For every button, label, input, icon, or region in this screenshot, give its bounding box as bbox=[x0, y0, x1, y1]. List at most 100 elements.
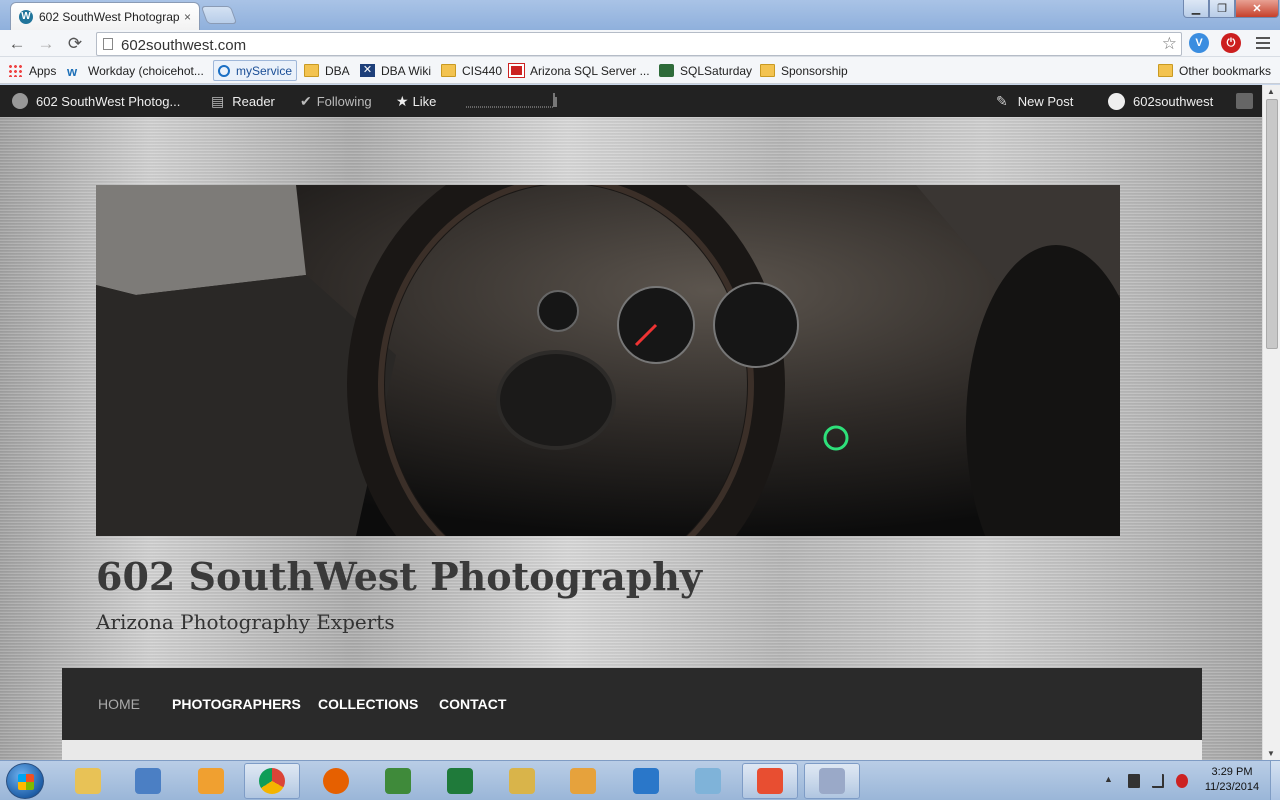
scroll-down-icon[interactable]: ▼ bbox=[1267, 749, 1275, 758]
admin-like-label: Like bbox=[412, 93, 437, 109]
page-scrollbar[interactable]: ▲ ▼ bbox=[1262, 85, 1280, 760]
notes-icon bbox=[695, 768, 721, 794]
wordpress-favicon-icon: W bbox=[19, 9, 33, 24]
bookmark-folder-dba[interactable]: DBA bbox=[304, 60, 350, 81]
maximize-button[interactable]: ❐ bbox=[1209, 0, 1235, 18]
chrome-icon bbox=[259, 768, 285, 794]
admin-user-menu[interactable]: 602southwest bbox=[1108, 85, 1213, 117]
admin-new-post-label: New Post bbox=[1017, 93, 1074, 109]
notifications-icon[interactable] bbox=[1236, 93, 1253, 109]
show-desktop-button[interactable] bbox=[1270, 761, 1280, 800]
folder-icon bbox=[441, 64, 456, 77]
scroll-up-icon[interactable]: ▲ bbox=[1267, 87, 1275, 96]
v-extension-icon[interactable]: V bbox=[1189, 33, 1209, 53]
back-button[interactable]: ← bbox=[6, 33, 28, 55]
taskbar-app-outlook[interactable] bbox=[183, 763, 239, 799]
bookmark-folder-cis440[interactable]: CIS440 bbox=[441, 60, 502, 81]
bookmark-label: CIS440 bbox=[462, 63, 503, 78]
bookmark-dba-wiki[interactable]: ✕ DBA Wiki bbox=[360, 60, 431, 81]
taskbar-app-git[interactable] bbox=[742, 763, 798, 799]
scroll-thumb[interactable] bbox=[1266, 99, 1278, 349]
browser-tabstrip: W 602 SouthWest Photograp × ▁ ❐ ✕ bbox=[0, 0, 1280, 30]
volume-muted-icon[interactable] bbox=[1176, 774, 1188, 788]
taskbar-app-notes[interactable] bbox=[680, 763, 736, 799]
new-tab-button[interactable] bbox=[200, 6, 238, 24]
windows-taskbar: ▲ bbox=[0, 760, 1280, 800]
chrome-menu-icon[interactable] bbox=[1256, 37, 1270, 49]
network-icon bbox=[135, 768, 161, 794]
taskbar-app-chrome[interactable] bbox=[244, 763, 300, 799]
battery-icon[interactable] bbox=[1128, 774, 1140, 788]
bookmark-arizona-sql[interactable]: Arizona SQL Server ... bbox=[508, 60, 650, 81]
taskbar-app-lync[interactable] bbox=[618, 763, 674, 799]
paint-icon bbox=[819, 768, 845, 794]
reload-button[interactable]: ⟳ bbox=[64, 33, 86, 55]
avatar bbox=[1108, 92, 1125, 110]
firefox-icon bbox=[323, 768, 349, 794]
signal-icon[interactable] bbox=[1152, 774, 1164, 788]
tab-title: 602 SouthWest Photograp bbox=[39, 9, 180, 24]
close-window-button[interactable]: ✕ bbox=[1235, 0, 1279, 18]
tools-icon bbox=[509, 768, 535, 794]
bookmarks-bar: Apps w Workday (choicehot... myService D… bbox=[0, 57, 1280, 84]
excel-icon bbox=[447, 768, 473, 794]
start-button[interactable] bbox=[6, 763, 44, 799]
bookmark-folder-sponsorship[interactable]: Sponsorship bbox=[760, 60, 848, 81]
taskbar-app-explorer[interactable] bbox=[60, 763, 116, 799]
taskbar-app-network[interactable] bbox=[120, 763, 176, 799]
wp-admin-bar: 602 SouthWest Photog... ▤ Reader ✔ Follo… bbox=[0, 85, 1262, 117]
bookmark-workday[interactable]: w Workday (choicehot... bbox=[67, 60, 204, 81]
nav-photographers[interactable]: PHOTOGRAPHERS bbox=[172, 668, 301, 740]
browser-toolbar: ← → ⟳ 602southwest.com ☆ V ⏻ bbox=[0, 30, 1280, 57]
bookmark-label: DBA bbox=[325, 63, 350, 78]
bookmark-other[interactable]: Other bookmarks bbox=[1158, 60, 1271, 81]
taskbar-app-excel[interactable] bbox=[432, 763, 488, 799]
bookmark-label: Workday (choicehot... bbox=[88, 63, 204, 78]
admin-site-link[interactable]: 602 SouthWest Photog... bbox=[12, 85, 180, 117]
address-bar[interactable]: 602southwest.com ☆ bbox=[96, 32, 1182, 56]
explorer-icon bbox=[75, 768, 101, 794]
bookmark-label: Apps bbox=[29, 63, 57, 78]
globe-icon bbox=[12, 93, 28, 109]
taskbar-app-paint[interactable] bbox=[804, 763, 860, 799]
admin-reader-label: Reader bbox=[232, 93, 275, 109]
taskbar-app-security[interactable] bbox=[370, 763, 426, 799]
admin-site-label: 602 SouthWest Photog... bbox=[36, 93, 181, 109]
lync-icon bbox=[633, 768, 659, 794]
url-text[interactable]: 602southwest.com bbox=[121, 37, 246, 54]
stats-sparkline bbox=[466, 93, 557, 108]
main-navigation: HOME PHOTOGRAPHERS COLLECTIONS CONTACT bbox=[62, 668, 1202, 740]
content-area bbox=[62, 740, 1202, 760]
bookmark-sqlsaturday[interactable]: SQLSaturday bbox=[659, 60, 752, 81]
car-interior-image bbox=[96, 185, 1120, 536]
bookmark-star-icon[interactable]: ☆ bbox=[1162, 34, 1177, 54]
nav-home[interactable]: HOME bbox=[98, 668, 140, 740]
bookmark-myservice[interactable]: myService bbox=[213, 60, 298, 81]
folder-icon bbox=[1158, 64, 1173, 77]
folder-icon bbox=[304, 64, 319, 77]
taskbar-clock[interactable]: 3:29 PM 11/23/2014 bbox=[1196, 765, 1268, 795]
security-icon bbox=[385, 768, 411, 794]
site-page: 602 SouthWest Photography Arizona Photog… bbox=[0, 117, 1262, 760]
stop-extension-icon[interactable]: ⏻ bbox=[1221, 33, 1241, 53]
bookmark-label: SQLSaturday bbox=[680, 63, 753, 78]
forward-button[interactable]: → bbox=[35, 33, 57, 55]
nav-collections[interactable]: COLLECTIONS bbox=[318, 668, 418, 740]
admin-reader-link[interactable]: ▤ Reader bbox=[211, 85, 275, 117]
admin-user-label: 602southwest bbox=[1133, 93, 1214, 109]
site-title[interactable]: 602 SouthWest Photography bbox=[96, 554, 702, 599]
site-tagline: Arizona Photography Experts bbox=[96, 610, 395, 634]
tab-close-icon[interactable]: × bbox=[184, 10, 191, 24]
minimize-button[interactable]: ▁ bbox=[1183, 0, 1209, 18]
admin-following-link[interactable]: ✔ Following bbox=[300, 85, 372, 117]
admin-like-button[interactable]: ★ Like bbox=[396, 85, 436, 117]
admin-new-post-button[interactable]: ✎ New Post bbox=[996, 85, 1073, 117]
taskbar-app-firefox[interactable] bbox=[308, 763, 364, 799]
taskbar-app-database[interactable] bbox=[555, 763, 611, 799]
bookmark-apps[interactable]: Apps bbox=[8, 60, 56, 81]
browser-tab[interactable]: W 602 SouthWest Photograp × bbox=[10, 2, 200, 30]
taskbar-app-tools[interactable] bbox=[494, 763, 550, 799]
windows-logo-icon bbox=[18, 774, 34, 790]
tray-expand-icon[interactable]: ▲ bbox=[1104, 774, 1113, 784]
nav-contact[interactable]: CONTACT bbox=[439, 668, 506, 740]
